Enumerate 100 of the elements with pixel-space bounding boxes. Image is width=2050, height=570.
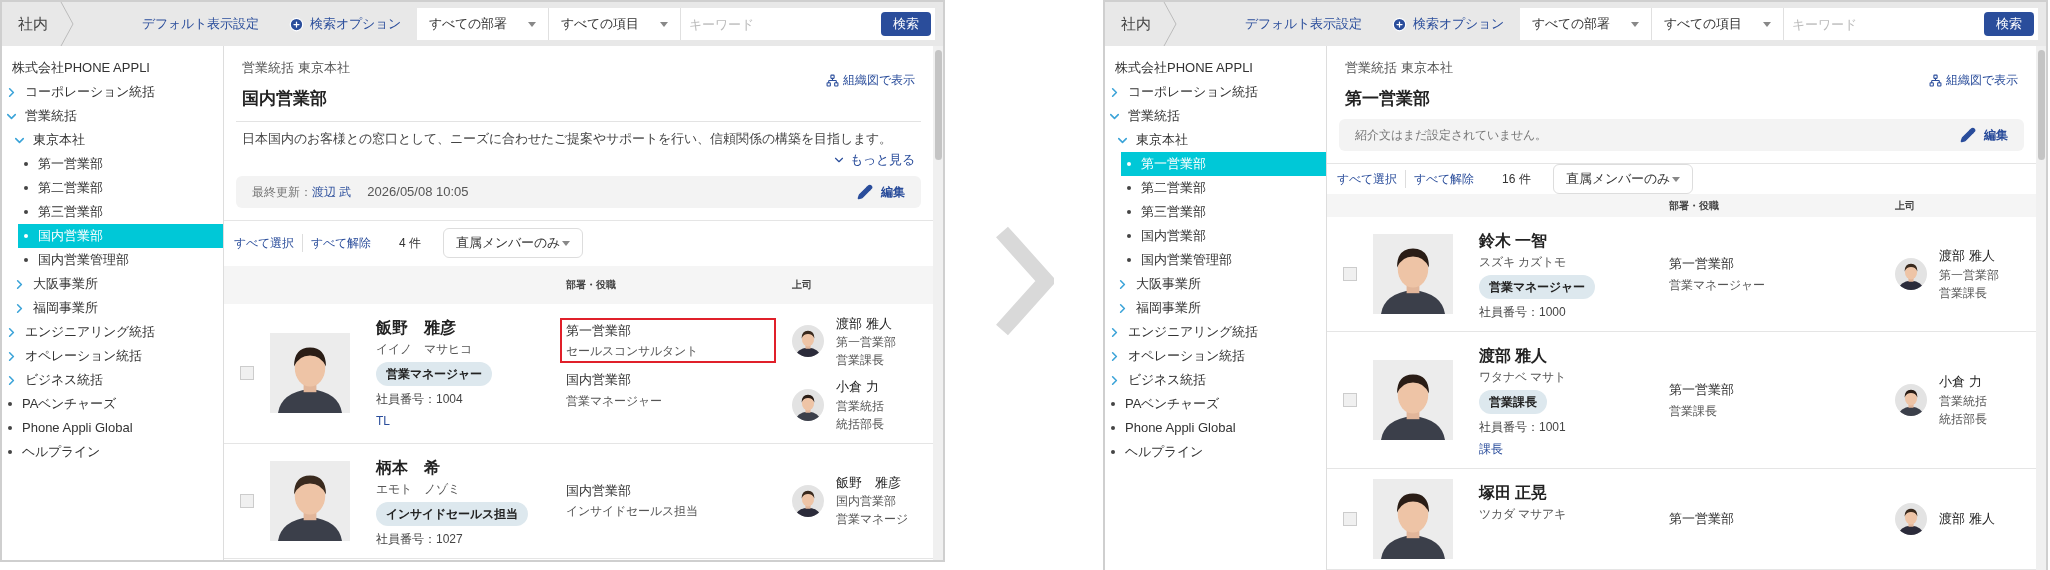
tree-item[interactable]: オペレーション統括 (2, 344, 223, 368)
tree-item-label: 第三営業部 (38, 203, 103, 222)
deselect-all-link[interactable]: すべて解除 (303, 234, 371, 252)
company-name: 株式会社PHONE APPLI (11, 59, 151, 78)
tree-item-label: 第二営業部 (1141, 179, 1206, 198)
filter-select[interactable]: 直属メンバーのみ (443, 228, 583, 258)
tree-item[interactable]: 第三営業部 (18, 200, 223, 224)
column-header: 上司 (1895, 199, 1916, 213)
breadcrumb: 営業統括 東京本社 (1345, 59, 1453, 77)
search-options-button[interactable]: 検索オプション (1392, 14, 1504, 34)
search-options-button[interactable]: 検索オプション (289, 14, 401, 34)
row-checkbox[interactable] (1343, 393, 1357, 407)
tree-item-label: 第二営業部 (38, 179, 103, 198)
tree-item[interactable]: コーポレーション統括 (2, 80, 223, 104)
default-view-link[interactable]: デフォルト表示設定 (142, 14, 259, 34)
tree-item[interactable]: PAベンチャーズ (2, 392, 223, 416)
manager-name: 渡部 雅人 (1939, 510, 1995, 529)
person-kana: スズキ カズトモ (1479, 254, 1568, 271)
manager-department: 第一営業部 (1939, 266, 1999, 284)
breadcrumb-separator-icon (60, 2, 74, 46)
manager-title: 統括部長 (1939, 410, 1987, 428)
person-name: 鈴木 一智 (1479, 231, 1549, 251)
tree-item[interactable]: 国内営業管理部 (18, 248, 223, 272)
search-button[interactable]: 検索 (881, 12, 931, 36)
search-button[interactable]: 検索 (1984, 12, 2034, 36)
tree-item-label: 国内営業部 (38, 227, 103, 246)
tree-item[interactable]: 大阪事業所 (10, 272, 223, 296)
tree-item[interactable]: ヘルプライン (1105, 440, 1326, 464)
default-view-link[interactable]: デフォルト表示設定 (1245, 14, 1362, 34)
tree-item[interactable]: 大阪事業所 (1113, 272, 1326, 296)
show-more-link[interactable]: もっと見る (832, 150, 915, 170)
person-name: 渡部 雅人 (1479, 346, 1549, 366)
tree-item-label: 福岡事業所 (33, 299, 98, 318)
tree-item-label: 第三営業部 (1141, 203, 1206, 222)
person-name: 柄本 希 (376, 457, 441, 478)
person-kana: ワタナベ マサト (1479, 369, 1568, 386)
tree-item[interactable]: 第二営業部 (18, 176, 223, 200)
tree-item-label: オペレーション統括 (25, 347, 142, 366)
tree-item-label: ビジネス統括 (25, 371, 103, 390)
pencil-icon (857, 183, 873, 200)
department-title: 第一営業部 (1345, 87, 1431, 110)
tree-item[interactable]: 福岡事業所 (1113, 296, 1326, 320)
company-name: 株式会社PHONE APPLI (1114, 59, 1254, 78)
tree-item[interactable]: ビジネス統括 (2, 368, 223, 392)
tree-item[interactable]: 第二営業部 (1121, 176, 1326, 200)
tree-item[interactable]: エンジニアリング統括 (1105, 320, 1326, 344)
breadcrumb-separator-icon (1163, 2, 1177, 46)
department-select[interactable]: すべての部署 (417, 8, 549, 40)
org-chart-link[interactable]: 組織図で表示 (1929, 72, 2018, 88)
person-note: 課長 (1479, 441, 1504, 458)
deselect-all-link[interactable]: すべて解除 (1406, 170, 1474, 188)
tree-item[interactable]: 営業統括 (1105, 104, 1326, 128)
tree-item-label: 大阪事業所 (33, 275, 98, 294)
row-checkbox[interactable] (240, 366, 254, 380)
manager-department: 営業統括 (1939, 392, 1987, 410)
tree-item[interactable]: ビジネス統括 (1105, 368, 1326, 392)
edit-button[interactable]: 編集 (1960, 126, 2008, 144)
tree-item[interactable]: Phone Appli Global (1105, 416, 1326, 440)
department-name: 第一営業部 (1669, 381, 1735, 400)
employee-number: 社員番号：1000 (1479, 304, 1567, 321)
field-select[interactable]: すべての項目 (1652, 8, 1784, 40)
tree-item[interactable]: 営業統括 (2, 104, 223, 128)
caret-icon (528, 21, 536, 27)
manager-name: 飯野 雅彦 (836, 473, 902, 492)
department-select[interactable]: すべての部署 (1520, 8, 1652, 40)
field-select[interactable]: すべての項目 (549, 8, 681, 40)
user-link[interactable]: 渡辺 武 (312, 182, 352, 201)
result-count: 4 件 (399, 235, 421, 252)
tree-item[interactable]: 第三営業部 (1121, 200, 1326, 224)
breadcrumb: 営業統括 東京本社 (242, 59, 350, 77)
tree-item[interactable]: コーポレーション統括 (1105, 80, 1326, 104)
manager-department: 第一営業部 (836, 334, 896, 351)
tree-item[interactable]: 国内営業管理部 (1121, 248, 1326, 272)
tree-item[interactable]: ヘルプライン (2, 440, 223, 464)
department-name: 国内営業部 (566, 481, 632, 500)
plus-icon (289, 16, 304, 32)
person-note: TL (376, 412, 391, 430)
org-chart-link[interactable]: 組織図で表示 (826, 72, 915, 88)
tree-item-label: ヘルプライン (22, 443, 100, 462)
caret-icon (1763, 21, 1771, 27)
edit-button[interactable]: 編集 (857, 182, 905, 201)
tree-item[interactable]: エンジニアリング統括 (2, 320, 223, 344)
scope-label: 社内 (1120, 13, 1152, 34)
tree-item-label: 国内営業管理部 (38, 251, 129, 270)
tree-item[interactable]: 福岡事業所 (10, 296, 223, 320)
tree-item[interactable]: Phone Appli Global (2, 416, 223, 440)
person-kana: イイノ マサヒコ (376, 340, 473, 358)
select-all-link[interactable]: すべて選択 (234, 234, 303, 252)
tree-item[interactable]: PAベンチャーズ (1105, 392, 1326, 416)
row-checkbox[interactable] (1343, 267, 1357, 281)
tree-item[interactable]: 第一営業部 (18, 152, 223, 176)
tree-item[interactable]: 国内営業部 (1121, 224, 1326, 248)
person-name: 塚田 正晃 (1479, 483, 1549, 503)
tree-item[interactable]: 東京本社 (1113, 128, 1326, 152)
tree-item[interactable]: 東京本社 (10, 128, 223, 152)
tree-item[interactable]: オペレーション統括 (1105, 344, 1326, 368)
row-checkbox[interactable] (240, 493, 254, 508)
row-checkbox[interactable] (1343, 512, 1357, 526)
select-all-link[interactable]: すべて選択 (1337, 170, 1406, 188)
column-header: 上司 (792, 278, 813, 292)
